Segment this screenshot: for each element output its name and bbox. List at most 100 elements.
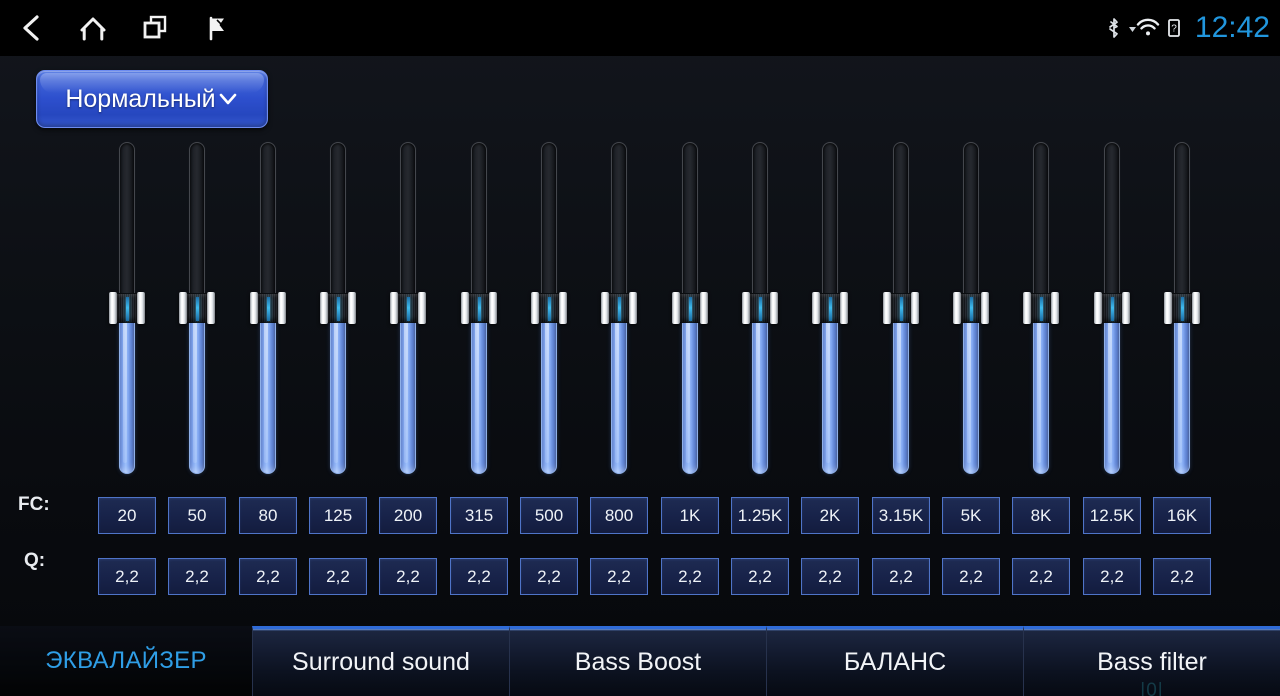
slider-thumb[interactable] [320, 292, 356, 324]
slider-thumb-cap-left [179, 292, 187, 324]
fc-cell-1K[interactable]: 1K [661, 497, 719, 534]
slider-thumb[interactable] [250, 292, 286, 324]
q-cell-1.25K[interactable]: 2,2 [731, 558, 789, 595]
eq-slider-2K[interactable] [812, 0, 848, 484]
fc-cell-5K[interactable]: 5K [942, 497, 1000, 534]
q-cell-5K[interactable]: 2,2 [942, 558, 1000, 595]
tab-surround-sound[interactable]: Surround sound [252, 626, 509, 696]
slider-thumb-cap-right [840, 292, 848, 324]
slider-thumb-cap-right [700, 292, 708, 324]
eq-slider-12.5K[interactable] [1094, 0, 1130, 484]
fc-cell-800[interactable]: 800 [590, 497, 648, 534]
slider-thumb[interactable] [1023, 292, 1059, 324]
tab-баланс[interactable]: БАЛАНС [766, 626, 1023, 696]
eq-slider-200[interactable] [390, 0, 426, 484]
eq-slider-80[interactable] [250, 0, 286, 484]
slider-fill [1033, 308, 1049, 474]
q-cell-1K[interactable]: 2,2 [661, 558, 719, 595]
fc-cell-20[interactable]: 20 [98, 497, 156, 534]
slider-thumb-core [538, 293, 560, 323]
q-cell-315[interactable]: 2,2 [450, 558, 508, 595]
slider-thumb[interactable] [390, 292, 426, 324]
slider-thumb[interactable] [601, 292, 637, 324]
eq-slider-8K[interactable] [1023, 0, 1059, 484]
fc-cell-125[interactable]: 125 [309, 497, 367, 534]
slider-thumb[interactable] [109, 292, 145, 324]
back-icon[interactable] [0, 0, 62, 56]
preset-dropdown-wrap: Нормальный [36, 70, 268, 128]
slider-thumb[interactable] [461, 292, 497, 324]
slider-thumb[interactable] [1094, 292, 1130, 324]
fc-cell-12.5K[interactable]: 12.5K [1083, 497, 1141, 534]
q-cell-16K[interactable]: 2,2 [1153, 558, 1211, 595]
fc-cell-315[interactable]: 315 [450, 497, 508, 534]
slider-thumb-cap-left [461, 292, 469, 324]
eq-slider-1.25K[interactable] [742, 0, 778, 484]
slider-fill [260, 308, 276, 474]
slider-fill [611, 308, 627, 474]
fc-cell-500[interactable]: 500 [520, 497, 578, 534]
q-cell-3.15K[interactable]: 2,2 [872, 558, 930, 595]
q-cell-12.5K[interactable]: 2,2 [1083, 558, 1141, 595]
slider-thumb-core [1101, 293, 1123, 323]
eq-slider-800[interactable] [601, 0, 637, 484]
slider-thumb-core [257, 293, 279, 323]
slider-thumb-core [116, 293, 138, 323]
tab-bass-filter[interactable]: Bass filter |0| [1023, 626, 1280, 696]
slider-thumb[interactable] [953, 292, 989, 324]
slider-thumb-cap-left [320, 292, 328, 324]
slider-thumb-cap-right [911, 292, 919, 324]
eq-slider-1K[interactable] [672, 0, 708, 484]
fc-cell-2K[interactable]: 2K [801, 497, 859, 534]
tab-overflow-hint: |0| [1140, 680, 1164, 696]
q-cell-8K[interactable]: 2,2 [1012, 558, 1070, 595]
slider-thumb-cap-right [1122, 292, 1130, 324]
fc-cell-1.25K[interactable]: 1.25K [731, 497, 789, 534]
q-cell-200[interactable]: 2,2 [379, 558, 437, 595]
eq-slider-50[interactable] [179, 0, 215, 484]
q-cell-80[interactable]: 2,2 [239, 558, 297, 595]
fc-cell-16K[interactable]: 16K [1153, 497, 1211, 534]
slider-fill [330, 308, 346, 474]
fc-cell-80[interactable]: 80 [239, 497, 297, 534]
slider-thumb[interactable] [1164, 292, 1200, 324]
q-cell-20[interactable]: 2,2 [98, 558, 156, 595]
eq-slider-16K[interactable] [1164, 0, 1200, 484]
q-cell-500[interactable]: 2,2 [520, 558, 578, 595]
preset-dropdown[interactable]: Нормальный [36, 70, 268, 128]
slider-thumb-cap-left [953, 292, 961, 324]
wifi-icon [1127, 16, 1161, 40]
tab-equalizer[interactable]: ЭКВАЛАЙЗЕР [0, 626, 252, 696]
fc-cell-3.15K[interactable]: 3.15K [872, 497, 930, 534]
eq-slider-125[interactable] [320, 0, 356, 484]
eq-slider-20[interactable] [109, 0, 145, 484]
tab-bass-boost[interactable]: Bass Boost [509, 626, 766, 696]
q-cell-50[interactable]: 2,2 [168, 558, 226, 595]
eq-slider-315[interactable] [461, 0, 497, 484]
fc-cell-8K[interactable]: 8K [1012, 497, 1070, 534]
slider-thumb[interactable] [531, 292, 567, 324]
slider-fill [1104, 308, 1120, 474]
fc-row-label: FC: [18, 494, 50, 515]
clock: 12:42 [1194, 11, 1270, 44]
slider-thumb-cap-right [559, 292, 567, 324]
slider-thumb-core [960, 293, 982, 323]
fc-cell-50[interactable]: 50 [168, 497, 226, 534]
slider-thumb[interactable] [672, 292, 708, 324]
slider-thumb-core [1171, 293, 1193, 323]
q-cell-2K[interactable]: 2,2 [801, 558, 859, 595]
slider-thumb[interactable] [179, 292, 215, 324]
eq-slider-5K[interactable] [953, 0, 989, 484]
slider-thumb-core [468, 293, 490, 323]
eq-slider-3.15K[interactable] [883, 0, 919, 484]
fc-cell-200[interactable]: 200 [379, 497, 437, 534]
slider-thumb[interactable] [812, 292, 848, 324]
slider-thumb[interactable] [883, 292, 919, 324]
q-cell-125[interactable]: 2,2 [309, 558, 367, 595]
slider-fill [471, 308, 487, 474]
bottom-tab-bar: ЭКВАЛАЙЗЕР Surround sound Bass Boost БАЛАНС… [0, 626, 1280, 696]
eq-slider-500[interactable] [531, 0, 567, 484]
q-cell-800[interactable]: 2,2 [590, 558, 648, 595]
preset-label: Нормальный [65, 84, 216, 113]
slider-thumb[interactable] [742, 292, 778, 324]
